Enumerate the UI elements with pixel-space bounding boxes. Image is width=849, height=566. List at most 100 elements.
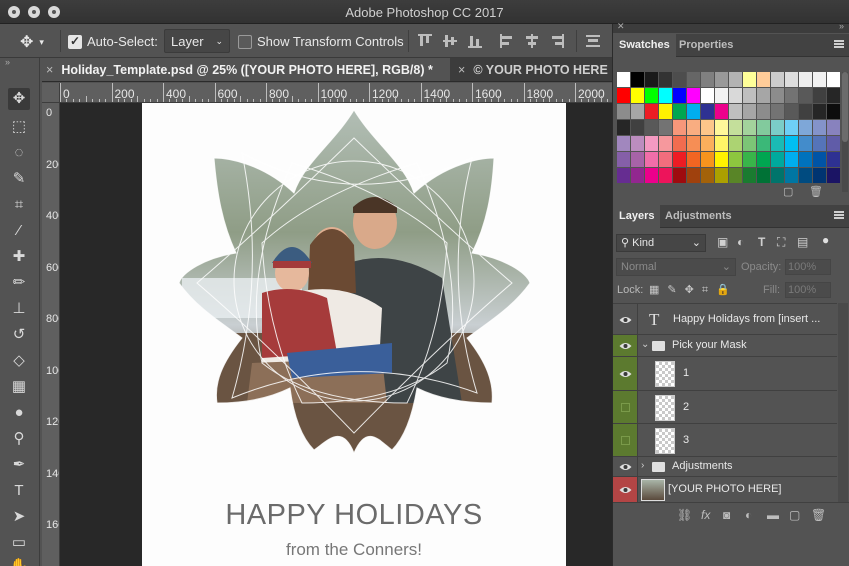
color-swatch[interactable]	[785, 168, 798, 183]
color-swatch[interactable]	[631, 168, 644, 183]
color-swatch[interactable]	[673, 88, 686, 103]
canvas-area[interactable]: HAPPY HOLIDAYS from the Conners!	[60, 103, 612, 566]
color-swatch[interactable]	[799, 72, 812, 87]
gradient-tool-icon[interactable]: ▦	[8, 376, 30, 398]
move-tool-icon[interactable]: ✥	[8, 88, 30, 110]
color-swatch[interactable]	[729, 72, 742, 87]
holiday-title-text[interactable]: HAPPY HOLIDAYS	[142, 499, 566, 532]
color-swatch[interactable]	[771, 152, 784, 167]
color-swatch[interactable]	[617, 136, 630, 151]
color-swatch[interactable]	[799, 104, 812, 119]
color-swatch[interactable]	[813, 88, 826, 103]
distribute-top-icon[interactable]	[586, 34, 600, 48]
color-swatch[interactable]	[743, 152, 756, 167]
color-swatch[interactable]	[645, 72, 658, 87]
color-swatch[interactable]	[617, 120, 630, 135]
filter-adjustment-icon[interactable]: ◐	[737, 235, 744, 249]
filter-toggle-icon[interactable]: ●	[822, 233, 829, 247]
color-swatch[interactable]	[785, 72, 798, 87]
close-tab-icon[interactable]: ×	[458, 63, 465, 77]
color-swatch[interactable]	[729, 120, 742, 135]
color-swatch[interactable]	[729, 104, 742, 119]
color-swatch[interactable]	[701, 88, 714, 103]
color-swatch[interactable]	[715, 152, 728, 167]
color-swatch[interactable]	[771, 104, 784, 119]
color-swatch[interactable]	[799, 152, 812, 167]
chevron-down-icon[interactable]: ⌄	[641, 339, 649, 350]
swatches-scrollbar[interactable]	[842, 72, 848, 192]
filter-pixel-icon[interactable]: ▣	[717, 235, 728, 249]
color-swatch[interactable]	[659, 88, 672, 103]
healing-brush-tool-icon[interactable]: ✚	[8, 246, 30, 268]
color-swatch[interactable]	[687, 72, 700, 87]
color-swatch[interactable]	[799, 168, 812, 183]
color-swatch[interactable]	[813, 136, 826, 151]
color-swatch[interactable]	[757, 88, 770, 103]
color-swatch[interactable]	[715, 104, 728, 119]
layer-visibility-toggle[interactable]	[613, 304, 638, 334]
panel-menu-icon[interactable]	[834, 210, 844, 220]
color-swatch[interactable]	[631, 104, 644, 119]
color-swatch[interactable]	[757, 72, 770, 87]
layer-row[interactable]: [YOUR PHOTO HERE]	[613, 476, 837, 502]
color-swatch[interactable]	[757, 136, 770, 151]
layer-row[interactable]: › Adjustments	[613, 456, 837, 476]
tab-adjustments[interactable]: Adjustments	[659, 205, 738, 228]
color-swatch[interactable]	[631, 72, 644, 87]
layer-row[interactable]: ⌄ Pick your Mask	[613, 334, 837, 356]
color-swatch[interactable]	[701, 72, 714, 87]
layer-row[interactable]: 1	[613, 356, 837, 390]
color-swatch[interactable]	[687, 136, 700, 151]
new-adjustment-layer-icon[interactable]: ◐	[745, 508, 752, 522]
new-swatch-icon[interactable]: ▢	[783, 185, 793, 198]
eyedropper-tool-icon[interactable]: ⁄	[8, 220, 30, 242]
horizontal-ruler[interactable]: 0 200 400 600 800 1000 1200 1400 1600 1800 2000	[60, 83, 612, 103]
color-swatch[interactable]	[827, 88, 840, 103]
color-swatch[interactable]	[687, 104, 700, 119]
rectangle-tool-icon[interactable]: ▭	[8, 532, 30, 554]
color-swatch[interactable]	[631, 136, 644, 151]
layer-row[interactable]: 3	[613, 423, 837, 456]
tab-swatches[interactable]: Swatches	[613, 34, 676, 57]
align-horizontal-centers-icon[interactable]	[525, 34, 539, 48]
hand-tool-icon[interactable]: ✋	[8, 556, 30, 566]
color-swatch[interactable]	[827, 168, 840, 183]
color-swatch[interactable]	[771, 168, 784, 183]
layer-visibility-toggle[interactable]	[613, 477, 638, 502]
clone-stamp-tool-icon[interactable]: ⊥	[8, 298, 30, 320]
color-swatch[interactable]	[673, 152, 686, 167]
color-swatch[interactable]	[827, 136, 840, 151]
color-swatch[interactable]	[743, 120, 756, 135]
color-swatch[interactable]	[827, 104, 840, 119]
align-left-edges-icon[interactable]	[500, 34, 514, 48]
color-swatch[interactable]	[757, 120, 770, 135]
color-swatch[interactable]	[673, 72, 686, 87]
color-swatch[interactable]	[659, 152, 672, 167]
color-swatch[interactable]	[729, 136, 742, 151]
color-swatch[interactable]	[813, 168, 826, 183]
color-swatch[interactable]	[799, 88, 812, 103]
panel-menu-icon[interactable]	[834, 39, 844, 49]
color-swatch[interactable]	[729, 168, 742, 183]
dodge-tool-icon[interactable]: ⚲	[8, 428, 30, 450]
color-swatch[interactable]	[785, 152, 798, 167]
color-swatch[interactable]	[715, 136, 728, 151]
color-swatch[interactable]	[799, 136, 812, 151]
color-swatch[interactable]	[645, 152, 658, 167]
color-swatch[interactable]	[659, 120, 672, 135]
holiday-subtitle-text[interactable]: from the Conners!	[142, 540, 566, 560]
marquee-tool-icon[interactable]: ⬚	[8, 116, 30, 138]
layer-visibility-toggle[interactable]	[613, 335, 638, 356]
color-swatch[interactable]	[799, 120, 812, 135]
color-swatch[interactable]	[631, 152, 644, 167]
lasso-tool-icon[interactable]: ◌	[8, 142, 30, 164]
color-swatch[interactable]	[827, 152, 840, 167]
color-swatch[interactable]	[771, 72, 784, 87]
close-panel-icon[interactable]: ✕	[617, 21, 625, 32]
color-swatch[interactable]	[659, 72, 672, 87]
new-layer-icon[interactable]: ▢	[789, 508, 800, 522]
auto-select-checkbox[interactable]: Auto-Select:	[68, 34, 158, 49]
color-swatch[interactable]	[715, 72, 728, 87]
brush-tool-icon[interactable]: ✏	[8, 272, 30, 294]
add-mask-icon[interactable]: ◙	[723, 508, 730, 522]
